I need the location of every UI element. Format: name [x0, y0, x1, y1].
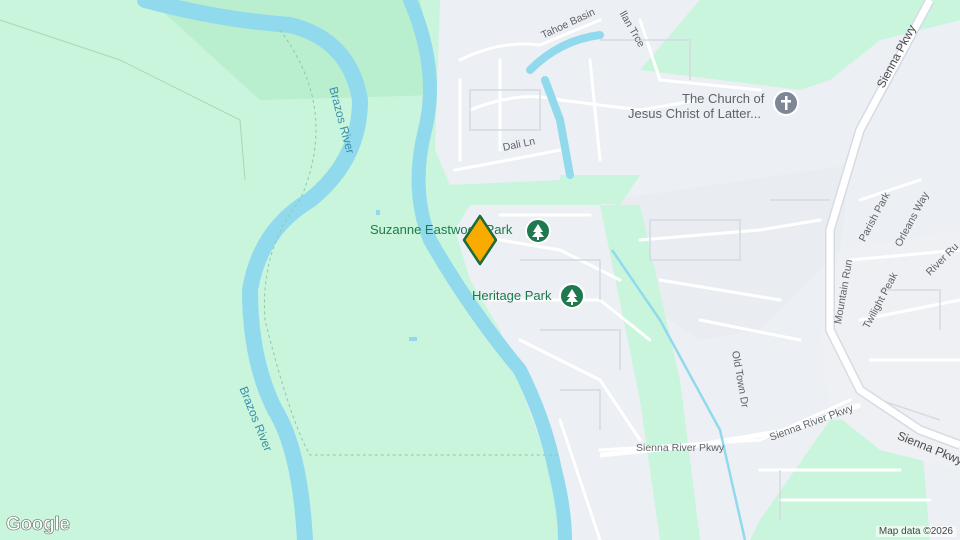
park-label[interactable]: Heritage Park: [472, 288, 551, 303]
poi-line1: The Church of: [682, 91, 765, 106]
map-canvas[interactable]: Brazos River Brazos River Tahoe Basin ll…: [0, 0, 960, 540]
poi-label[interactable]: The Church of Jesus Christ of Latter...: [628, 91, 764, 121]
map-attribution[interactable]: Map data ©2026: [875, 526, 956, 537]
tree-icon[interactable]: [559, 283, 585, 309]
google-logo: Google: [6, 514, 71, 536]
poi-line2: Jesus Christ of Latter...: [628, 106, 761, 121]
street-label: Sienna River Pkwy: [636, 442, 725, 454]
map-graphics: [0, 0, 960, 540]
tree-icon[interactable]: [525, 218, 551, 244]
diamond-marker-icon[interactable]: [462, 214, 498, 266]
cross-icon[interactable]: [773, 90, 799, 116]
